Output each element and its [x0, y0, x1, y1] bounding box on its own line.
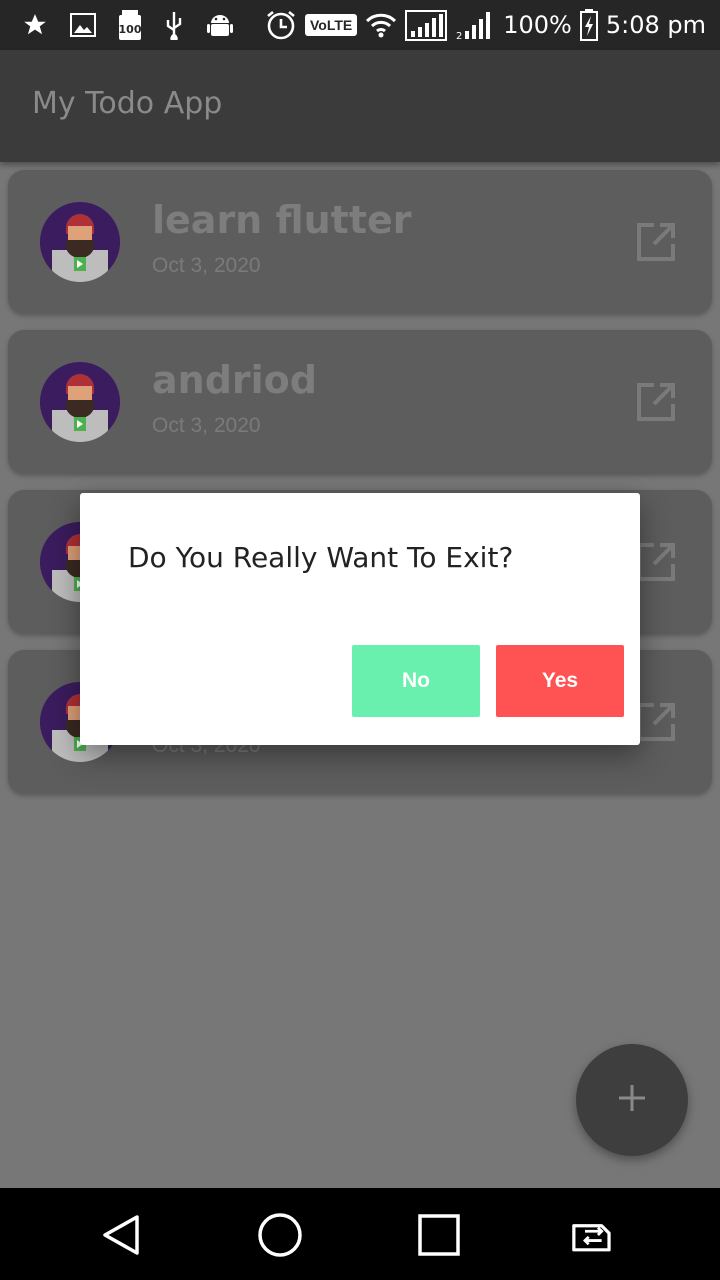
- yes-button[interactable]: Yes: [496, 645, 624, 717]
- home-icon[interactable]: [255, 1210, 305, 1260]
- exit-dialog: Do You Really Want To Exit? No Yes: [80, 493, 640, 745]
- recents-icon[interactable]: [414, 1210, 464, 1260]
- dialog-title: Do You Really Want To Exit?: [128, 541, 514, 574]
- no-button[interactable]: No: [352, 645, 480, 717]
- switch-sim-icon[interactable]: [572, 1210, 622, 1260]
- navigation-bar: [0, 1188, 720, 1280]
- back-icon[interactable]: [96, 1210, 146, 1260]
